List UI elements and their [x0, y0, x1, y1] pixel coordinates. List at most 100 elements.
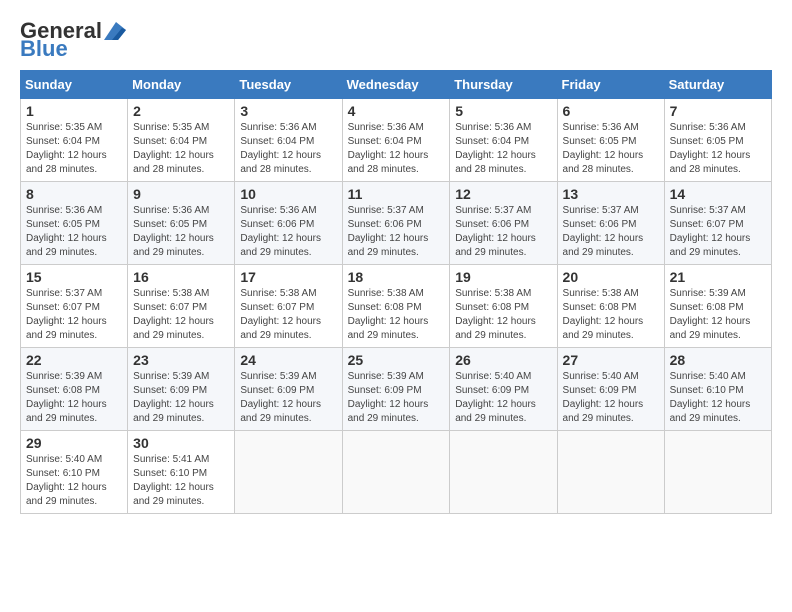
day-info: Sunrise: 5:35 AM Sunset: 6:04 PM Dayligh…	[26, 121, 122, 177]
day-number: 18	[348, 269, 445, 285]
day-number: 13	[563, 186, 659, 202]
calendar-cell: 1 Sunrise: 5:35 AM Sunset: 6:04 PM Dayli…	[21, 99, 128, 182]
weekday-header-thursday: Thursday	[450, 71, 557, 99]
logo: General Blue	[20, 20, 126, 60]
day-number: 20	[563, 269, 659, 285]
day-number: 25	[348, 352, 445, 368]
day-info: Sunrise: 5:38 AM Sunset: 6:08 PM Dayligh…	[455, 287, 551, 343]
calendar-cell: 4 Sunrise: 5:36 AM Sunset: 6:04 PM Dayli…	[342, 99, 450, 182]
day-number: 29	[26, 435, 122, 451]
day-info: Sunrise: 5:36 AM Sunset: 6:05 PM Dayligh…	[563, 121, 659, 177]
day-info: Sunrise: 5:38 AM Sunset: 6:07 PM Dayligh…	[133, 287, 229, 343]
day-number: 17	[240, 269, 336, 285]
day-info: Sunrise: 5:39 AM Sunset: 6:08 PM Dayligh…	[670, 287, 766, 343]
calendar-cell: 15 Sunrise: 5:37 AM Sunset: 6:07 PM Dayl…	[21, 265, 128, 348]
calendar-cell: 26 Sunrise: 5:40 AM Sunset: 6:09 PM Dayl…	[450, 348, 557, 431]
calendar-week-3: 15 Sunrise: 5:37 AM Sunset: 6:07 PM Dayl…	[21, 265, 772, 348]
calendar-cell: 27 Sunrise: 5:40 AM Sunset: 6:09 PM Dayl…	[557, 348, 664, 431]
day-number: 16	[133, 269, 229, 285]
calendar-cell: 6 Sunrise: 5:36 AM Sunset: 6:05 PM Dayli…	[557, 99, 664, 182]
day-info: Sunrise: 5:40 AM Sunset: 6:09 PM Dayligh…	[563, 370, 659, 426]
weekday-header-wednesday: Wednesday	[342, 71, 450, 99]
calendar-cell: 18 Sunrise: 5:38 AM Sunset: 6:08 PM Dayl…	[342, 265, 450, 348]
day-info: Sunrise: 5:36 AM Sunset: 6:04 PM Dayligh…	[240, 121, 336, 177]
calendar-cell: 22 Sunrise: 5:39 AM Sunset: 6:08 PM Dayl…	[21, 348, 128, 431]
calendar-cell: 16 Sunrise: 5:38 AM Sunset: 6:07 PM Dayl…	[128, 265, 235, 348]
day-info: Sunrise: 5:37 AM Sunset: 6:06 PM Dayligh…	[563, 204, 659, 260]
logo-blue: Blue	[20, 38, 68, 60]
day-info: Sunrise: 5:36 AM Sunset: 6:06 PM Dayligh…	[240, 204, 336, 260]
day-info: Sunrise: 5:38 AM Sunset: 6:07 PM Dayligh…	[240, 287, 336, 343]
day-info: Sunrise: 5:41 AM Sunset: 6:10 PM Dayligh…	[133, 453, 229, 509]
day-number: 19	[455, 269, 551, 285]
day-info: Sunrise: 5:36 AM Sunset: 6:05 PM Dayligh…	[133, 204, 229, 260]
calendar-cell: 10 Sunrise: 5:36 AM Sunset: 6:06 PM Dayl…	[235, 182, 342, 265]
day-number: 3	[240, 103, 336, 119]
day-info: Sunrise: 5:37 AM Sunset: 6:07 PM Dayligh…	[26, 287, 122, 343]
weekday-header-saturday: Saturday	[664, 71, 771, 99]
day-info: Sunrise: 5:40 AM Sunset: 6:10 PM Dayligh…	[26, 453, 122, 509]
calendar-cell: 13 Sunrise: 5:37 AM Sunset: 6:06 PM Dayl…	[557, 182, 664, 265]
day-info: Sunrise: 5:39 AM Sunset: 6:09 PM Dayligh…	[240, 370, 336, 426]
day-number: 15	[26, 269, 122, 285]
calendar-cell: 30 Sunrise: 5:41 AM Sunset: 6:10 PM Dayl…	[128, 431, 235, 514]
day-number: 8	[26, 186, 122, 202]
calendar-cell	[450, 431, 557, 514]
calendar-cell: 28 Sunrise: 5:40 AM Sunset: 6:10 PM Dayl…	[664, 348, 771, 431]
calendar-cell: 3 Sunrise: 5:36 AM Sunset: 6:04 PM Dayli…	[235, 99, 342, 182]
calendar-cell: 11 Sunrise: 5:37 AM Sunset: 6:06 PM Dayl…	[342, 182, 450, 265]
calendar-cell: 9 Sunrise: 5:36 AM Sunset: 6:05 PM Dayli…	[128, 182, 235, 265]
calendar-week-2: 8 Sunrise: 5:36 AM Sunset: 6:05 PM Dayli…	[21, 182, 772, 265]
day-number: 9	[133, 186, 229, 202]
day-number: 27	[563, 352, 659, 368]
day-number: 5	[455, 103, 551, 119]
day-info: Sunrise: 5:36 AM Sunset: 6:05 PM Dayligh…	[670, 121, 766, 177]
calendar-cell: 2 Sunrise: 5:35 AM Sunset: 6:04 PM Dayli…	[128, 99, 235, 182]
day-number: 11	[348, 186, 445, 202]
day-info: Sunrise: 5:37 AM Sunset: 6:07 PM Dayligh…	[670, 204, 766, 260]
weekday-header-friday: Friday	[557, 71, 664, 99]
calendar-cell: 7 Sunrise: 5:36 AM Sunset: 6:05 PM Dayli…	[664, 99, 771, 182]
day-number: 6	[563, 103, 659, 119]
calendar-cell: 20 Sunrise: 5:38 AM Sunset: 6:08 PM Dayl…	[557, 265, 664, 348]
calendar-cell: 12 Sunrise: 5:37 AM Sunset: 6:06 PM Dayl…	[450, 182, 557, 265]
calendar-cell: 8 Sunrise: 5:36 AM Sunset: 6:05 PM Dayli…	[21, 182, 128, 265]
weekday-header-tuesday: Tuesday	[235, 71, 342, 99]
day-info: Sunrise: 5:36 AM Sunset: 6:04 PM Dayligh…	[348, 121, 445, 177]
weekday-header-sunday: Sunday	[21, 71, 128, 99]
weekday-header-row: SundayMondayTuesdayWednesdayThursdayFrid…	[21, 71, 772, 99]
day-number: 7	[670, 103, 766, 119]
day-number: 28	[670, 352, 766, 368]
day-number: 12	[455, 186, 551, 202]
calendar-cell: 19 Sunrise: 5:38 AM Sunset: 6:08 PM Dayl…	[450, 265, 557, 348]
day-info: Sunrise: 5:38 AM Sunset: 6:08 PM Dayligh…	[563, 287, 659, 343]
header: General Blue	[20, 20, 772, 60]
day-number: 1	[26, 103, 122, 119]
calendar-week-1: 1 Sunrise: 5:35 AM Sunset: 6:04 PM Dayli…	[21, 99, 772, 182]
calendar-cell	[664, 431, 771, 514]
day-info: Sunrise: 5:40 AM Sunset: 6:09 PM Dayligh…	[455, 370, 551, 426]
calendar-cell: 25 Sunrise: 5:39 AM Sunset: 6:09 PM Dayl…	[342, 348, 450, 431]
calendar-week-5: 29 Sunrise: 5:40 AM Sunset: 6:10 PM Dayl…	[21, 431, 772, 514]
calendar-cell: 29 Sunrise: 5:40 AM Sunset: 6:10 PM Dayl…	[21, 431, 128, 514]
day-info: Sunrise: 5:36 AM Sunset: 6:04 PM Dayligh…	[455, 121, 551, 177]
calendar-cell: 23 Sunrise: 5:39 AM Sunset: 6:09 PM Dayl…	[128, 348, 235, 431]
logo-bird-icon	[104, 22, 126, 40]
day-info: Sunrise: 5:39 AM Sunset: 6:09 PM Dayligh…	[348, 370, 445, 426]
calendar-cell: 5 Sunrise: 5:36 AM Sunset: 6:04 PM Dayli…	[450, 99, 557, 182]
day-info: Sunrise: 5:40 AM Sunset: 6:10 PM Dayligh…	[670, 370, 766, 426]
day-number: 2	[133, 103, 229, 119]
day-info: Sunrise: 5:36 AM Sunset: 6:05 PM Dayligh…	[26, 204, 122, 260]
day-number: 30	[133, 435, 229, 451]
calendar-cell	[342, 431, 450, 514]
calendar-cell: 24 Sunrise: 5:39 AM Sunset: 6:09 PM Dayl…	[235, 348, 342, 431]
day-info: Sunrise: 5:38 AM Sunset: 6:08 PM Dayligh…	[348, 287, 445, 343]
day-number: 21	[670, 269, 766, 285]
calendar-cell: 17 Sunrise: 5:38 AM Sunset: 6:07 PM Dayl…	[235, 265, 342, 348]
day-number: 26	[455, 352, 551, 368]
calendar-cell: 21 Sunrise: 5:39 AM Sunset: 6:08 PM Dayl…	[664, 265, 771, 348]
day-number: 22	[26, 352, 122, 368]
calendar-cell	[235, 431, 342, 514]
calendar-cell	[557, 431, 664, 514]
day-number: 24	[240, 352, 336, 368]
